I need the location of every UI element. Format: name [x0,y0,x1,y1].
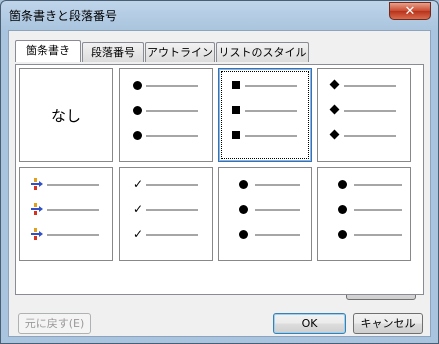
filled-circle-bullet-icon [338,180,347,189]
bullet-none-label: なし [50,107,81,125]
checkmark-bullet-icon: ✓ [133,202,144,216]
filled-circle-bullet-icon [239,205,248,214]
bullet-preview-row [20,203,112,215]
bullet-preview-line [146,184,198,186]
filled-diamond-bullet-icon [329,104,340,115]
bullet-preview-line [47,209,99,211]
bullet-preview-line [344,110,396,112]
tab-numbering[interactable]: 段落番号 [82,42,144,62]
bullet-preview-row [219,180,311,189]
bullet-preview-line [47,184,99,186]
bullet-preview-line [255,209,300,211]
filled-square-bullet-icon [232,81,240,89]
bullet-preview-row: ✓ [120,202,212,216]
cancel-button[interactable]: キャンセル [353,313,423,334]
checkmark-bullet-icon: ✓ [133,177,144,191]
checkmark-bullet-icon: ✓ [133,227,144,241]
bullet-option-bullet-circle-wide[interactable] [317,167,411,261]
bullet-option-bullet-circle-indented[interactable] [218,167,312,261]
filled-circle-bullet-icon [133,81,142,90]
bullet-preview-row: ✓ [120,227,212,241]
arrow-picture-bullet-icon [31,203,43,218]
bullet-preview-row [219,81,311,89]
bullet-preview-line [354,209,402,211]
bullets-tab-panel: なし ✓ ✓ ✓ [15,64,424,295]
title-bar[interactable]: 箇条書きと段落番号 ✕ [1,1,438,29]
tab-list-styles[interactable]: リストのスタイル [216,42,309,62]
bullet-preview-row [318,129,410,140]
bullet-preview-row [318,79,410,90]
filled-circle-bullet-icon [338,230,347,239]
bullet-preview-line [146,209,198,211]
bullet-preview-line [255,234,300,236]
bullet-preview-row [20,228,112,240]
filled-square-bullet-icon [232,131,240,139]
bullet-preview-line [47,234,99,236]
ok-button[interactable]: OK [273,313,346,334]
bullet-preview-row [318,230,410,239]
bullet-option-bullet-filled-diamond[interactable] [317,68,411,162]
bullet-preview-line [354,184,402,186]
reset-button[interactable]: 元に戻す(E) [18,313,91,334]
bullet-preview-line [146,234,198,236]
bullet-preview-row [318,205,410,214]
tab-bullets[interactable]: 箇条書き [15,40,81,62]
filled-square-bullet-icon [232,106,240,114]
bullet-option-bullet-filled-circle[interactable] [119,68,213,162]
filled-circle-bullet-icon [133,106,142,115]
bullet-option-bullet-none[interactable]: なし [19,68,113,162]
bullet-preview-row [120,106,212,115]
bullet-preview-row [318,104,410,115]
bullet-preview-line [255,184,300,186]
bullet-option-bullet-arrow-picture[interactable] [19,167,113,261]
bullet-preview-row [120,131,212,140]
bullet-preview-line [245,135,297,137]
bullet-preview-line [245,85,297,87]
filled-circle-bullet-icon [133,131,142,140]
arrow-picture-bullet-icon [31,178,43,193]
dialog-client-area: 箇条書き 段落番号 アウトライン リストのスタイル なし✓✓✓ 変更(T)...… [8,30,431,337]
bullet-option-bullet-checkmark[interactable]: ✓ ✓ ✓ [119,167,213,261]
bullet-preview-row [20,178,112,190]
filled-diamond-bullet-icon [329,129,340,140]
filled-circle-bullet-icon [239,230,248,239]
filled-circle-bullet-icon [239,180,248,189]
close-button[interactable]: ✕ [389,2,431,20]
bullet-preview-row [219,106,311,114]
bullet-preview-line [344,135,396,137]
bullet-preview-row [318,180,410,189]
bullet-preview-line [146,85,198,87]
filled-diamond-bullet-icon [329,79,340,90]
bullet-preview-row [219,230,311,239]
filled-circle-bullet-icon [338,205,347,214]
bullet-preview-line [344,85,396,87]
dialog-title: 箇条書きと段落番号 [9,9,118,23]
arrow-picture-bullet-icon [31,228,43,243]
bullet-preview-row: ✓ [120,177,212,191]
bullet-preview-line [245,110,297,112]
bullet-preview-row [120,81,212,90]
bullet-preview-line [146,135,198,137]
bullet-preview-row [219,205,311,214]
bullet-preview-line [146,110,198,112]
bullets-numbering-dialog: 箇条書きと段落番号 ✕ 箇条書き 段落番号 アウトライン リストのスタイル なし… [0,0,439,344]
bullet-preview-row [219,131,311,139]
bullet-preview-line [354,234,402,236]
tab-outline[interactable]: アウトライン [145,42,215,62]
bullet-option-bullet-filled-square[interactable] [218,68,312,162]
